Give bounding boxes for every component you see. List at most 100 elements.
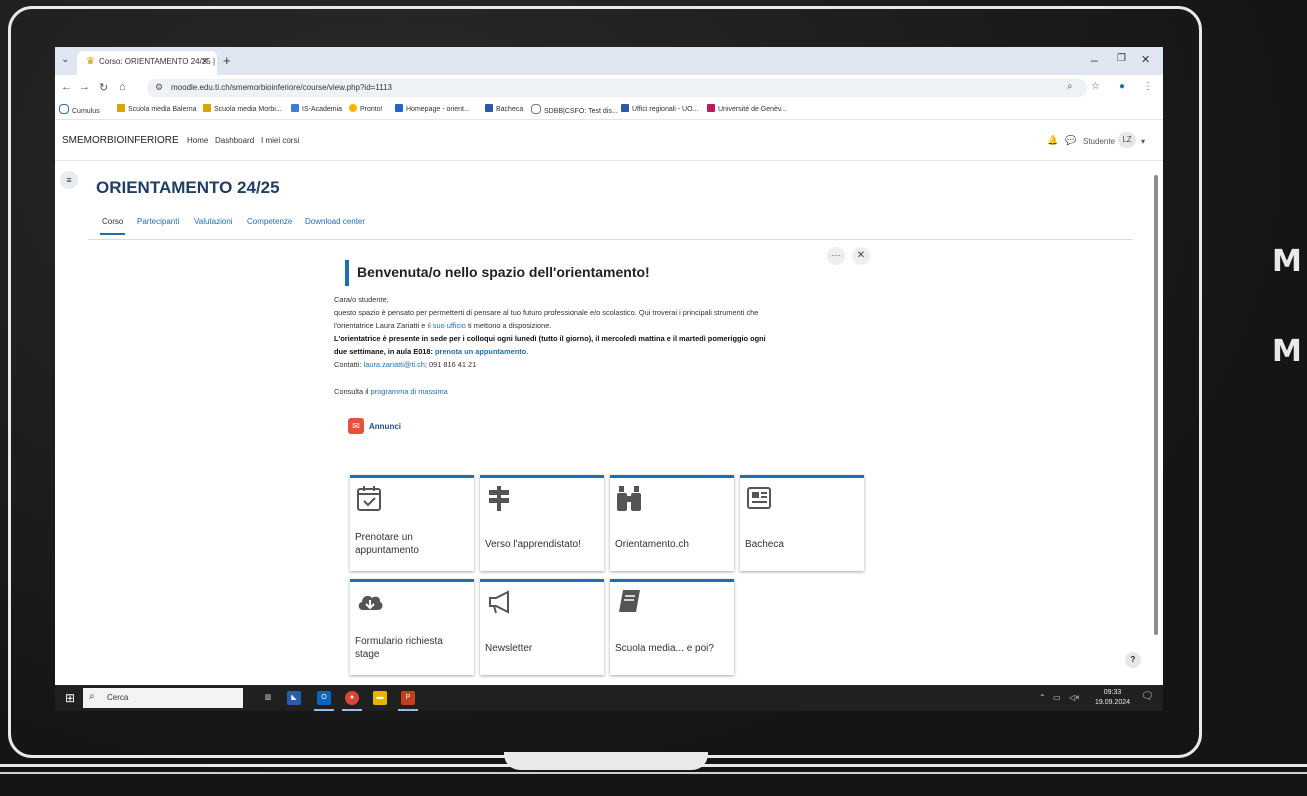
outlook-app-icon[interactable]: O — [317, 691, 331, 705]
back-icon[interactable]: ← — [61, 81, 72, 93]
tile-newsletter[interactable]: Newsletter — [480, 579, 604, 675]
tab-valutazioni[interactable]: Valutazioni — [192, 217, 235, 233]
announcements-icon[interactable]: ✉ — [348, 418, 364, 434]
bookmark-item[interactable]: Scuola media Balerna — [117, 104, 197, 113]
bookmark-item[interactable]: Pronto! — [349, 104, 383, 113]
bookmark-label: SDBB|CSFO: Test dis... — [544, 108, 618, 115]
home-icon[interactable]: ⌂ — [119, 81, 126, 93]
contacts-line: Contatti: laura.zariatti@ti.ch; 091 816 … — [334, 360, 476, 369]
messages-icon[interactable]: 💬 — [1065, 135, 1076, 146]
reload-icon[interactable]: ↻ — [99, 81, 108, 94]
tile-formulario-stage[interactable]: Formulario richiesta stage — [350, 579, 474, 675]
tab-close-icon[interactable]: ✕ — [201, 56, 209, 67]
office-link[interactable]: il suo ufficio — [427, 321, 465, 330]
tab-download-center[interactable]: Download center — [303, 217, 367, 233]
welcome-accent-bar — [345, 260, 349, 286]
windows-taskbar: ⊞ ⌕ Cerca ▥ ◣ O ● ▬ P ⌃ ▭ ◁× 09:33 19.09… — [55, 685, 1163, 711]
welcome-greeting: Cara/o studente, — [334, 295, 389, 304]
laptop-base — [0, 764, 1307, 796]
profile-icon[interactable]: ● — [1119, 81, 1125, 92]
tile-orientamento-ch[interactable]: Orientamento.ch — [610, 475, 734, 571]
newspaper-icon — [746, 484, 772, 519]
bookmark-favicon-icon — [395, 104, 403, 112]
moodle-favicon-icon: ♛ — [86, 56, 95, 67]
bookmark-item[interactable]: Scuola media Morbi... — [203, 104, 282, 113]
avatar[interactable]: LZ — [1118, 132, 1136, 148]
side-text-1: M — [1272, 244, 1302, 279]
tab-corso[interactable]: Corso — [100, 217, 126, 235]
bookmark-item[interactable]: Université de Genèv... — [707, 104, 787, 113]
program-link[interactable]: programma di massima — [371, 387, 448, 396]
file-explorer-icon[interactable]: ▬ — [373, 691, 387, 705]
more-options-icon[interactable]: ··· — [827, 247, 845, 265]
tile-scuola-media[interactable]: Scuola media... e poi? — [610, 579, 734, 675]
close-icon[interactable]: ✕ — [852, 247, 870, 265]
tile-bacheca[interactable]: Bacheca — [740, 475, 864, 571]
windows-start-icon[interactable]: ⊞ — [65, 691, 75, 705]
window-close-icon[interactable]: ✕ — [1141, 53, 1150, 66]
bookmark-item[interactable]: Cumulus — [59, 104, 100, 115]
user-menu-chevron-icon[interactable]: ▾ — [1141, 137, 1145, 146]
notification-center-icon[interactable]: 🗨 — [1141, 691, 1154, 702]
course-tabs: Corso Partecipanti Valutazioni Competenz… — [88, 217, 1133, 240]
bookmark-item[interactable]: Bacheca — [485, 104, 523, 113]
bookmark-favicon-icon — [349, 104, 357, 112]
chrome-app-icon[interactable]: ● — [345, 691, 359, 705]
new-tab-button[interactable]: + — [223, 53, 231, 68]
notifications-bell-icon[interactable]: 🔔 — [1047, 135, 1058, 146]
tile-apprendistato[interactable]: Verso l'apprendistato! — [480, 475, 604, 571]
bookmark-item[interactable]: Uffici regionali - UO... — [621, 104, 698, 113]
tab-list-chevron-icon[interactable]: ⌄ — [61, 54, 69, 65]
browser-tab[interactable]: ♛ Corso: ORIENTAMENTO 24/25 | ✕ — [77, 51, 217, 75]
book-icon — [616, 588, 642, 623]
tray-chevron-icon[interactable]: ⌃ — [1039, 693, 1046, 702]
search-icon: ⌕ — [89, 691, 95, 702]
nav-dashboard[interactable]: Dashboard — [215, 136, 254, 145]
phone-number: ; 091 816 41 21 — [424, 360, 477, 369]
site-name[interactable]: SMEMORBIOINFERIORE — [62, 135, 179, 146]
powerpoint-app-icon[interactable]: P — [401, 691, 415, 705]
welcome-line2-text-end: ti mettono a disposizione. — [465, 321, 552, 330]
window-maximize-icon[interactable]: ❐ — [1117, 53, 1126, 64]
program-line: Consulta il programma di massima — [334, 387, 448, 396]
scrollbar[interactable] — [1154, 175, 1158, 635]
clock[interactable]: 09:33 19.09.2024 — [1095, 688, 1130, 708]
tile-label: Orientamento.ch — [615, 539, 689, 550]
task-view-icon[interactable]: ▥ — [261, 691, 275, 705]
tile-prenotare[interactable]: Prenotare un appuntamento — [350, 475, 474, 571]
announcements-link[interactable]: Annunci — [369, 422, 401, 431]
bookmark-star-icon[interactable]: ☆ — [1091, 81, 1100, 92]
taskbar-search[interactable]: ⌕ Cerca — [83, 688, 243, 708]
bookmark-item[interactable]: SDBB|CSFO: Test dis... — [531, 104, 618, 115]
moodle-navbar: SMEMORBIOINFERIORE Home Dashboard I miei… — [55, 120, 1163, 161]
nav-home[interactable]: Home — [187, 136, 208, 145]
screen: ⌄ ♛ Corso: ORIENTAMENTO 24/25 | ✕ + – ❐ … — [55, 47, 1163, 711]
email-link[interactable]: laura.zariatti@ti.ch — [364, 360, 425, 369]
contacts-label: Contatti: — [334, 360, 364, 369]
bookmark-item[interactable]: IS-Academia — [291, 104, 342, 113]
taskbar-search-label: Cerca — [107, 693, 129, 702]
forward-icon[interactable]: → — [79, 81, 90, 93]
tab-partecipanti[interactable]: Partecipanti — [135, 217, 181, 233]
edge-app-icon[interactable]: ◣ — [287, 691, 301, 705]
browser-menu-icon[interactable]: ⋮ — [1143, 81, 1153, 92]
tab-competenze[interactable]: Competenze — [245, 217, 294, 233]
window-minimize-icon[interactable]: – — [1091, 53, 1098, 67]
help-button[interactable]: ? — [1125, 652, 1141, 668]
url-input[interactable]: ⚙ moodle.edu.ti.ch/smemorbioinferiore/co… — [147, 79, 1087, 97]
site-info-icon[interactable]: ⚙ — [155, 82, 163, 93]
cloud-download-icon — [356, 588, 384, 623]
tile-label: Newsletter — [485, 643, 533, 654]
book-appointment-link[interactable]: prenota un appuntamento. — [435, 347, 528, 356]
zoom-icon[interactable]: ⌕ — [1067, 81, 1073, 92]
network-icon[interactable]: ▭ — [1053, 693, 1061, 702]
volume-icon[interactable]: ◁× — [1069, 693, 1080, 702]
nav-my-courses[interactable]: I miei corsi — [261, 136, 299, 145]
bookmark-item[interactable]: Homepage - orient... — [395, 104, 470, 113]
welcome-line1: questo spazio è pensato per permetterti … — [334, 308, 759, 317]
course-index-toggle-icon[interactable]: ≡ — [60, 171, 78, 189]
megaphone-icon — [486, 588, 514, 623]
url-text: moodle.edu.ti.ch/smemorbioinferiore/cour… — [171, 83, 392, 92]
user-role: Studente — [1083, 137, 1116, 146]
schedule-line1: L'orientatrice è presente in sede per i … — [334, 334, 766, 343]
